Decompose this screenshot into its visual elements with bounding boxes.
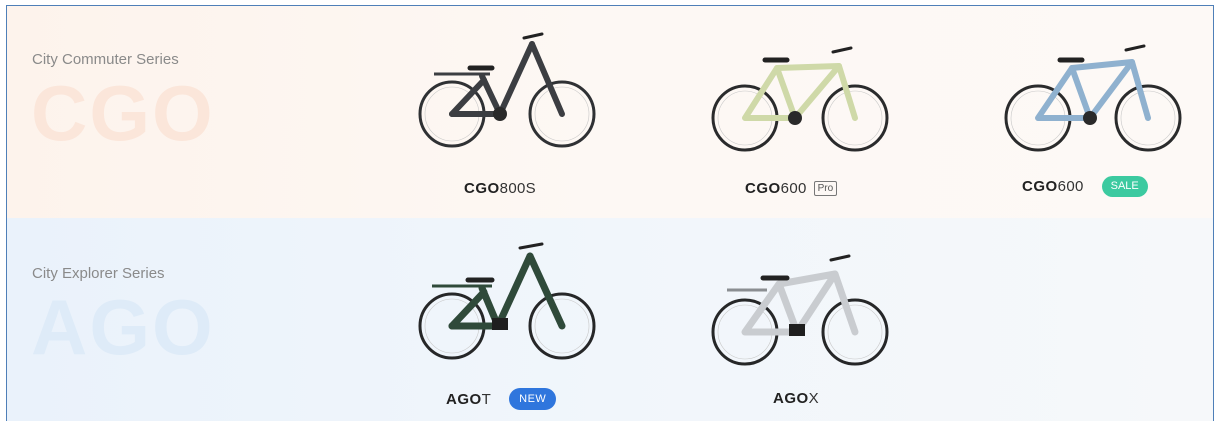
new-badge: NEW	[509, 388, 557, 410]
model-prefix: CGO	[1022, 178, 1058, 195]
bike-image[interactable]	[705, 44, 895, 152]
product-name[interactable]: AGO T NEW	[446, 388, 557, 410]
product-card-cgo600-pro[interactable]: CGO 600 Pro	[697, 34, 907, 212]
series-label: City Commuter Series	[32, 51, 179, 68]
model-suffix: X	[808, 390, 819, 407]
bike-image[interactable]	[998, 42, 1188, 152]
series-row-ago: City Explorer Series AGO AGO T NEW AGO X	[7, 218, 1213, 421]
series-watermark: CGO	[31, 69, 215, 157]
product-card-cgo600-sale[interactable]: CGO 600 SALE	[992, 36, 1202, 212]
model-prefix: CGO	[464, 180, 500, 197]
model-suffix: T	[481, 390, 492, 408]
series-watermark: AGO	[31, 283, 215, 371]
product-name[interactable]: AGO X	[773, 390, 819, 407]
pro-badge: Pro	[813, 181, 838, 196]
bike-image[interactable]	[412, 240, 602, 360]
model-suffix: 600	[780, 180, 807, 197]
series-row-cgo: City Commuter Series CGO CGO 800S CGO 60…	[7, 6, 1213, 218]
product-card-ago-x[interactable]: AGO X	[697, 248, 907, 420]
product-card-ago-t[interactable]: AGO T NEW	[402, 236, 612, 420]
sale-badge: SALE	[1101, 176, 1148, 197]
model-suffix: 800S	[499, 180, 536, 197]
bike-image[interactable]	[412, 30, 602, 148]
bike-image[interactable]	[705, 250, 895, 366]
model-prefix: AGO	[446, 390, 482, 408]
product-card-cgo800s[interactable]: CGO 800S	[402, 24, 612, 212]
product-name[interactable]: CGO 800S	[464, 180, 536, 197]
model-prefix: CGO	[745, 180, 781, 197]
model-prefix: AGO	[773, 390, 809, 407]
series-label: City Explorer Series	[32, 265, 165, 282]
product-name[interactable]: CGO 600 Pro	[745, 180, 838, 197]
model-suffix: 600	[1057, 178, 1084, 195]
product-name[interactable]: CGO 600 SALE	[1022, 176, 1148, 197]
bike-series-panel: City Commuter Series CGO CGO 800S CGO 60…	[6, 5, 1214, 421]
